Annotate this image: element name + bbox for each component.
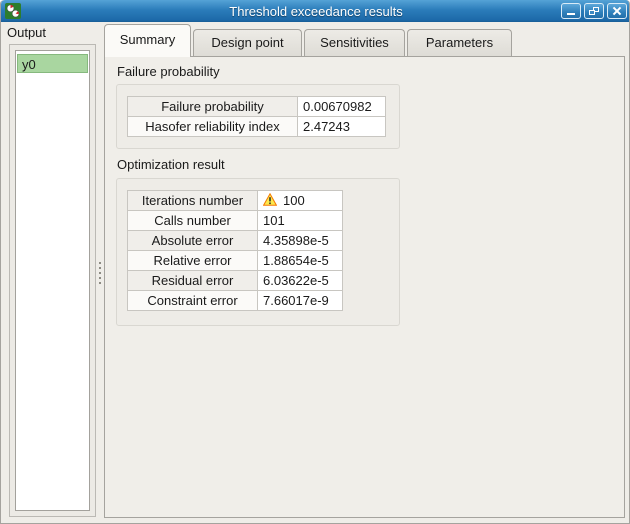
row-label[interactable]: Absolute error: [127, 230, 258, 251]
row-value[interactable]: 1.88654e-5: [257, 250, 343, 271]
row-value[interactable]: 0.00670982: [297, 96, 386, 117]
row-value[interactable]: 2.47243: [297, 116, 386, 137]
tab-summary[interactable]: Summary: [104, 24, 191, 57]
output-list-frame: y0: [9, 44, 96, 517]
row-value[interactable]: 101: [257, 210, 343, 231]
warning-icon: [262, 192, 278, 206]
minimize-icon: [567, 13, 575, 15]
row-label[interactable]: Relative error: [127, 250, 258, 271]
titlebar: Threshold exceedance results: [1, 0, 629, 22]
restore-button[interactable]: [584, 3, 604, 19]
row-label[interactable]: Residual error: [127, 270, 258, 291]
table-row: Hasofer reliability index 2.47243: [127, 116, 386, 137]
row-value[interactable]: 7.66017e-9: [257, 290, 343, 311]
row-value[interactable]: 100: [257, 190, 343, 211]
table-row: Absolute error 4.35898e-5: [127, 230, 343, 251]
table-row: Relative error 1.88654e-5: [127, 250, 343, 271]
tab-bar: Summary Design point Sensitivities Param…: [104, 24, 512, 57]
close-button[interactable]: [607, 3, 627, 19]
table-row: Constraint error 7.66017e-9: [127, 290, 343, 311]
row-label[interactable]: Constraint error: [127, 290, 258, 311]
tab-design-point[interactable]: Design point: [193, 29, 302, 56]
results-window: Threshold exceedance results Output y0 S…: [0, 0, 630, 524]
output-listbox[interactable]: y0: [15, 50, 90, 511]
splitter-handle[interactable]: [98, 262, 102, 288]
failure-probability-table: Failure probability 0.00670982 Hasofer r…: [127, 96, 386, 137]
table-row: Failure probability 0.00670982: [127, 96, 386, 117]
row-value[interactable]: 6.03622e-5: [257, 270, 343, 291]
failure-group-title: Failure probability: [117, 64, 220, 79]
summary-tab-pane: Failure probability Failure probability …: [104, 56, 625, 518]
list-item-y0[interactable]: y0: [17, 54, 88, 73]
table-row: Residual error 6.03622e-5: [127, 270, 343, 291]
app-icon: [5, 3, 21, 19]
tab-sensitivities[interactable]: Sensitivities: [304, 29, 405, 56]
window-title: Threshold exceedance results: [229, 3, 403, 19]
row-value[interactable]: 4.35898e-5: [257, 230, 343, 251]
table-row: Calls number 101: [127, 210, 343, 231]
row-label[interactable]: Calls number: [127, 210, 258, 231]
optimization-result-table: Iterations number 100 Calls number 101 A…: [127, 190, 343, 311]
tab-parameters[interactable]: Parameters: [407, 29, 512, 56]
table-row: Iterations number 100: [127, 190, 343, 211]
row-label[interactable]: Hasofer reliability index: [127, 116, 298, 137]
optimization-group-title: Optimization result: [117, 157, 225, 172]
minimize-button[interactable]: [561, 3, 581, 19]
row-label[interactable]: Failure probability: [127, 96, 298, 117]
row-label[interactable]: Iterations number: [127, 190, 258, 211]
output-panel-title: Output: [7, 25, 47, 40]
